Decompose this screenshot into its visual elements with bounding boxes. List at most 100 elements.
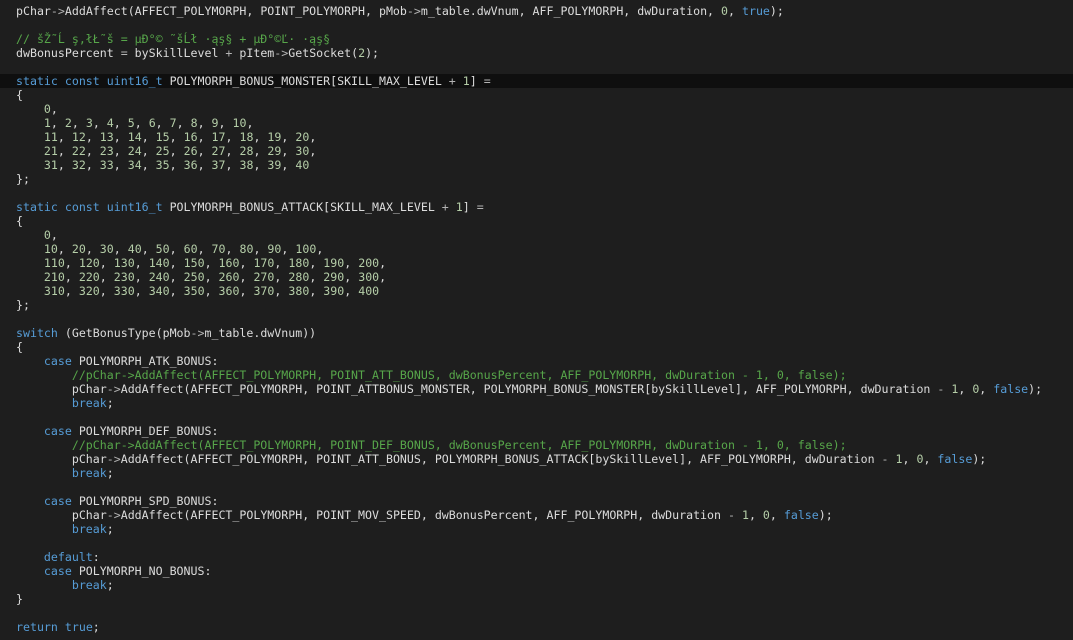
code-token: , bbox=[141, 130, 156, 144]
code-line[interactable]: case POLYMORPH_SPD_BONUS: bbox=[16, 494, 219, 508]
code-line[interactable]: 310, 320, 330, 340, 350, 360, 370, 380, … bbox=[16, 284, 379, 298]
code-token: , bbox=[169, 144, 184, 158]
code-token: 260 bbox=[218, 270, 240, 284]
code-token: POLYMORPH_DEF_BONUS: bbox=[71, 424, 219, 438]
code-token: true bbox=[741, 4, 770, 18]
code-token: 1 bbox=[741, 508, 749, 522]
code-token: , bbox=[344, 270, 359, 284]
code-line[interactable]: } bbox=[16, 592, 23, 606]
code-token: , bbox=[239, 270, 254, 284]
code-token: 5 bbox=[127, 116, 135, 130]
code-token: 330 bbox=[113, 284, 135, 298]
code-line[interactable]: //pChar->AddAffect(AFFECT_POLYMORPH, POI… bbox=[16, 368, 847, 382]
code-token: -> bbox=[106, 382, 121, 396]
code-token: m_table.dwVnum, AFF_POLYMORPH, dwDuratio… bbox=[420, 4, 722, 18]
code-token: , bbox=[218, 116, 233, 130]
code-line[interactable]: break; bbox=[16, 522, 114, 536]
code-line[interactable]: 0, bbox=[16, 102, 58, 116]
code-line[interactable]: pChar->AddAffect(AFFECT_POLYMORPH, POINT… bbox=[16, 382, 1042, 396]
code-token: , bbox=[728, 4, 742, 18]
code-line[interactable]: 110, 120, 130, 140, 150, 160, 170, 180, … bbox=[16, 256, 386, 270]
code-line[interactable]: { bbox=[16, 340, 23, 354]
code-line[interactable]: switch (GetBonusType(pMob->m_table.dwVnu… bbox=[16, 326, 316, 340]
code-line[interactable]: 10, 20, 30, 40, 50, 60, 70, 80, 90, 100, bbox=[16, 242, 323, 256]
code-line[interactable]: { bbox=[16, 88, 23, 102]
code-token: false bbox=[783, 508, 819, 522]
code-token: 190 bbox=[323, 256, 345, 270]
code-line[interactable]: 21, 22, 23, 24, 25, 26, 27, 28, 29, 30, bbox=[16, 144, 316, 158]
code-token: ; bbox=[106, 522, 114, 536]
code-line[interactable]: 1, 2, 3, 4, 5, 6, 7, 8, 9, 10, bbox=[16, 116, 254, 130]
code-line[interactable]: 0, bbox=[16, 228, 58, 242]
code-token: , bbox=[281, 130, 296, 144]
code-line[interactable]: static const uint16_t POLYMORPH_BONUS_MO… bbox=[16, 74, 491, 88]
code-line[interactable]: break; bbox=[16, 578, 114, 592]
code-token: , bbox=[281, 158, 296, 172]
code-token: , bbox=[923, 452, 938, 466]
code-token: 37 bbox=[211, 158, 226, 172]
code-token: case bbox=[43, 564, 72, 578]
code-token: , bbox=[225, 144, 240, 158]
code-token: 90 bbox=[267, 242, 282, 256]
code-token: 150 bbox=[183, 256, 205, 270]
code-token: , bbox=[281, 144, 296, 158]
code-token: 22 bbox=[71, 144, 86, 158]
code-token: 80 bbox=[239, 242, 254, 256]
code-token: 0 bbox=[762, 508, 770, 522]
code-line[interactable]: }; bbox=[16, 298, 30, 312]
code-line[interactable]: 11, 12, 13, 14, 15, 16, 17, 18, 19, 20, bbox=[16, 130, 316, 144]
code-line[interactable]: static const uint16_t POLYMORPH_BONUS_AT… bbox=[16, 200, 484, 214]
code-token: 0 bbox=[43, 228, 51, 242]
code-token: 240 bbox=[148, 270, 170, 284]
code-token: m_table.dwVnum)) bbox=[204, 326, 317, 340]
code-token: , bbox=[309, 144, 317, 158]
code-token: 140 bbox=[148, 256, 170, 270]
code-line[interactable]: { bbox=[16, 214, 23, 228]
code-token: , bbox=[85, 242, 100, 256]
code-token: //pChar->AddAffect(AFFECT_POLYMORPH, POI… bbox=[71, 368, 847, 382]
code-token: , bbox=[176, 116, 191, 130]
code-line[interactable]: pChar->AddAffect(AFFECT_POLYMORPH, POINT… bbox=[16, 4, 784, 18]
code-token: break bbox=[71, 522, 107, 536]
code-editor[interactable]: pChar->AddAffect(AFFECT_POLYMORPH, POINT… bbox=[0, 0, 1073, 640]
code-token: , bbox=[50, 228, 58, 242]
code-token: -> bbox=[106, 508, 121, 522]
code-token: 13 bbox=[99, 130, 114, 144]
code-line[interactable]: case POLYMORPH_DEF_BONUS: bbox=[16, 424, 219, 438]
code-token: }; bbox=[16, 172, 30, 186]
code-line[interactable]: }; bbox=[16, 172, 30, 186]
code-line[interactable]: 210, 220, 230, 240, 250, 260, 270, 280, … bbox=[16, 270, 386, 284]
code-token: 29 bbox=[267, 144, 282, 158]
code-token: 300 bbox=[358, 270, 380, 284]
code-token: , bbox=[71, 116, 86, 130]
code-token: case bbox=[43, 494, 72, 508]
code-token: 160 bbox=[218, 256, 240, 270]
code-token: ; bbox=[106, 578, 114, 592]
code-token: false bbox=[993, 382, 1029, 396]
code-token: + bbox=[441, 200, 449, 214]
code-line[interactable]: case POLYMORPH_ATK_BONUS: bbox=[16, 354, 219, 368]
code-line[interactable]: pChar->AddAffect(AFFECT_POLYMORPH, POINT… bbox=[16, 452, 986, 466]
code-token: , bbox=[57, 242, 72, 256]
code-line[interactable]: case POLYMORPH_NO_BONUS: bbox=[16, 564, 212, 578]
code-token: , bbox=[113, 116, 128, 130]
code-line[interactable]: pChar->AddAffect(AFFECT_POLYMORPH, POINT… bbox=[16, 508, 833, 522]
code-line[interactable]: break; bbox=[16, 466, 114, 480]
code-token: 26 bbox=[183, 144, 198, 158]
code-line[interactable]: // šŽ˜Ĺ ş‚łŁ˜š = µĐ°© ˜šĹł ·ąş§ + µĐ°©Ľ·… bbox=[16, 32, 330, 46]
code-line[interactable]: return true; bbox=[16, 620, 100, 634]
code-line[interactable]: dwBonusPercent = bySkillLevel + pItem->G… bbox=[16, 46, 379, 60]
code-line[interactable]: 31, 32, 33, 34, 35, 36, 37, 38, 39, 40 bbox=[16, 158, 309, 172]
code-line[interactable]: //pChar->AddAffect(AFFECT_POLYMORPH, POI… bbox=[16, 438, 847, 452]
code-line[interactable]: break; bbox=[16, 396, 114, 410]
code-line[interactable]: default: bbox=[16, 550, 100, 564]
